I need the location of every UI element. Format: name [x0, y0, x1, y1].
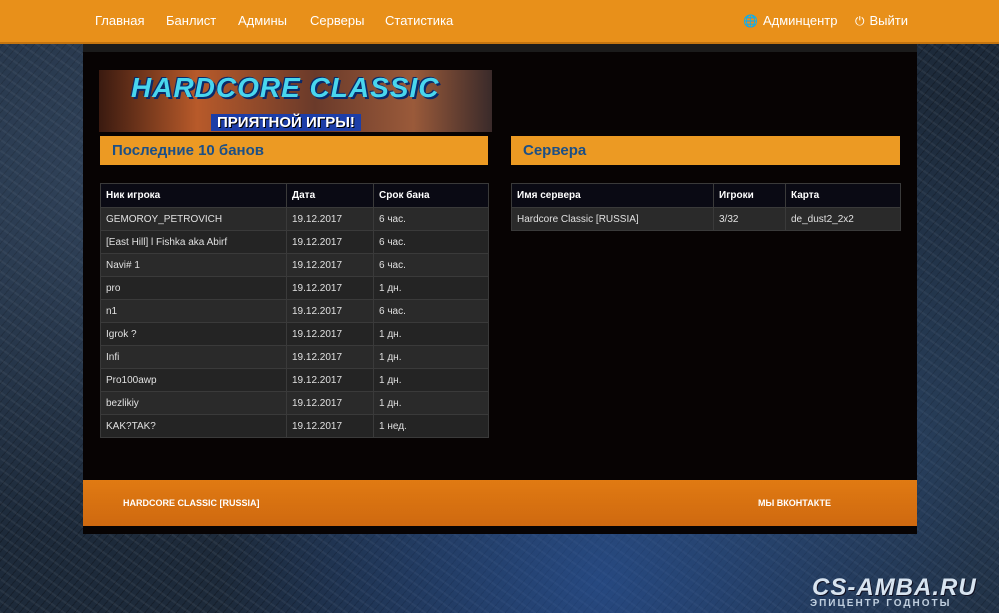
top-navbar: Главная Банлист Админы Серверы Статистик…: [0, 0, 999, 44]
ban-nick: bezlikiy: [100, 391, 287, 415]
ban-nick: [East Hill] l Fishka aka Abirf: [100, 230, 287, 254]
admin-center-label: Админцентр: [762, 13, 838, 28]
nav-item-stats[interactable]: Статистика: [385, 0, 453, 42]
ban-date: 19.12.2017: [286, 299, 374, 323]
ban-term: 1 дн.: [373, 276, 489, 300]
footer-server-name: HARDCORE CLASSIC [RUSSIA]: [123, 498, 260, 508]
ban-date: 19.12.2017: [286, 230, 374, 254]
bans-section-title: Последние 10 банов: [100, 136, 488, 165]
ban-term: 1 дн.: [373, 322, 489, 346]
ban-date: 19.12.2017: [286, 414, 374, 438]
nav-logout[interactable]: ⏻ Выйти: [855, 0, 908, 42]
ban-date: 19.12.2017: [286, 207, 374, 231]
ban-row: Igrok ? 19.12.2017 1 дн.: [100, 322, 489, 346]
server-banner: HARDCORE CLASSIC ПРИЯТНОЙ ИГРЫ!: [99, 70, 492, 132]
ban-term: 1 нед.: [373, 414, 489, 438]
ban-term: 6 час.: [373, 253, 489, 277]
servers-col-name: Имя сервера: [511, 183, 714, 208]
footer: HARDCORE CLASSIC [RUSSIA] МЫ ВКОНТАКТЕ: [83, 480, 917, 526]
nav-item-home[interactable]: Главная: [95, 0, 144, 42]
ban-term: 1 дн.: [373, 391, 489, 415]
ban-term: 6 час.: [373, 207, 489, 231]
servers-col-players: Игроки: [713, 183, 786, 208]
servers-col-map: Карта: [785, 183, 901, 208]
ban-row: Pro100awp 19.12.2017 1 дн.: [100, 368, 489, 392]
ban-nick: Navi# 1: [100, 253, 287, 277]
bans-table: Ник игрока Дата Срок бана GEMOROY_PETROV…: [100, 183, 489, 438]
ban-row: Infi 19.12.2017 1 дн.: [100, 345, 489, 369]
ban-nick: Pro100awp: [100, 368, 287, 392]
ban-nick: pro: [100, 276, 287, 300]
ban-term: 6 час.: [373, 299, 489, 323]
ban-row: pro 19.12.2017 1 дн.: [100, 276, 489, 300]
server-players: 3/32: [713, 207, 786, 231]
nav-item-admins[interactable]: Админы: [238, 0, 287, 42]
server-name: Hardcore Classic [RUSSIA]: [511, 207, 714, 231]
banner-subtitle: ПРИЯТНОЙ ИГРЫ!: [211, 114, 361, 131]
server-map: de_dust2_2x2: [785, 207, 901, 231]
globe-icon: 🌐: [743, 14, 758, 28]
server-row[interactable]: Hardcore Classic [RUSSIA] 3/32 de_dust2_2x…: [511, 207, 901, 231]
ban-nick: Infi: [100, 345, 287, 369]
ban-term: 1 дн.: [373, 368, 489, 392]
ban-row: GEMOROY_PETROVICH 19.12.2017 6 час.: [100, 207, 489, 231]
power-icon: ⏻: [855, 14, 865, 28]
ban-row: Navi# 1 19.12.2017 6 час.: [100, 253, 489, 277]
ban-nick: n1: [100, 299, 287, 323]
bans-col-date: Дата: [286, 183, 374, 208]
logout-label: Выйти: [869, 13, 909, 28]
bans-col-term: Срок бана: [373, 183, 489, 208]
watermark-tagline: ЭПИЦЕНТР ГОДНОТЫ: [810, 598, 952, 609]
ban-nick: KAK?TAK?: [100, 414, 287, 438]
ban-term: 6 час.: [373, 230, 489, 254]
bans-col-nick: Ник игрока: [100, 183, 287, 208]
ban-nick: GEMOROY_PETROVICH: [100, 207, 287, 231]
ban-date: 19.12.2017: [286, 253, 374, 277]
ban-nick: Igrok ?: [100, 322, 287, 346]
ban-row: [East Hill] l Fishka aka Abirf 19.12.2017…: [100, 230, 489, 254]
ban-term: 1 дн.: [373, 345, 489, 369]
ban-date: 19.12.2017: [286, 345, 374, 369]
ban-row: n1 19.12.2017 6 час.: [100, 299, 489, 323]
banner-title: HARDCORE CLASSIC: [131, 72, 440, 103]
ban-row: bezlikiy 19.12.2017 1 дн.: [100, 391, 489, 415]
ban-date: 19.12.2017: [286, 322, 374, 346]
nav-item-servers[interactable]: Серверы: [310, 0, 364, 42]
ban-row: KAK?TAK? 19.12.2017 1 нед.: [100, 414, 489, 438]
nav-admin-center[interactable]: 🌐 Админцентр: [743, 0, 837, 42]
ban-date: 19.12.2017: [286, 276, 374, 300]
servers-section-title: Сервера: [511, 136, 900, 165]
ban-date: 19.12.2017: [286, 368, 374, 392]
servers-table: Имя сервера Игроки Карта Hardcore Classi…: [511, 183, 901, 231]
nav-item-banlist[interactable]: Банлист: [166, 0, 216, 42]
footer-vk-link[interactable]: МЫ ВКОНТАКТЕ: [758, 480, 831, 526]
ban-date: 19.12.2017: [286, 391, 374, 415]
